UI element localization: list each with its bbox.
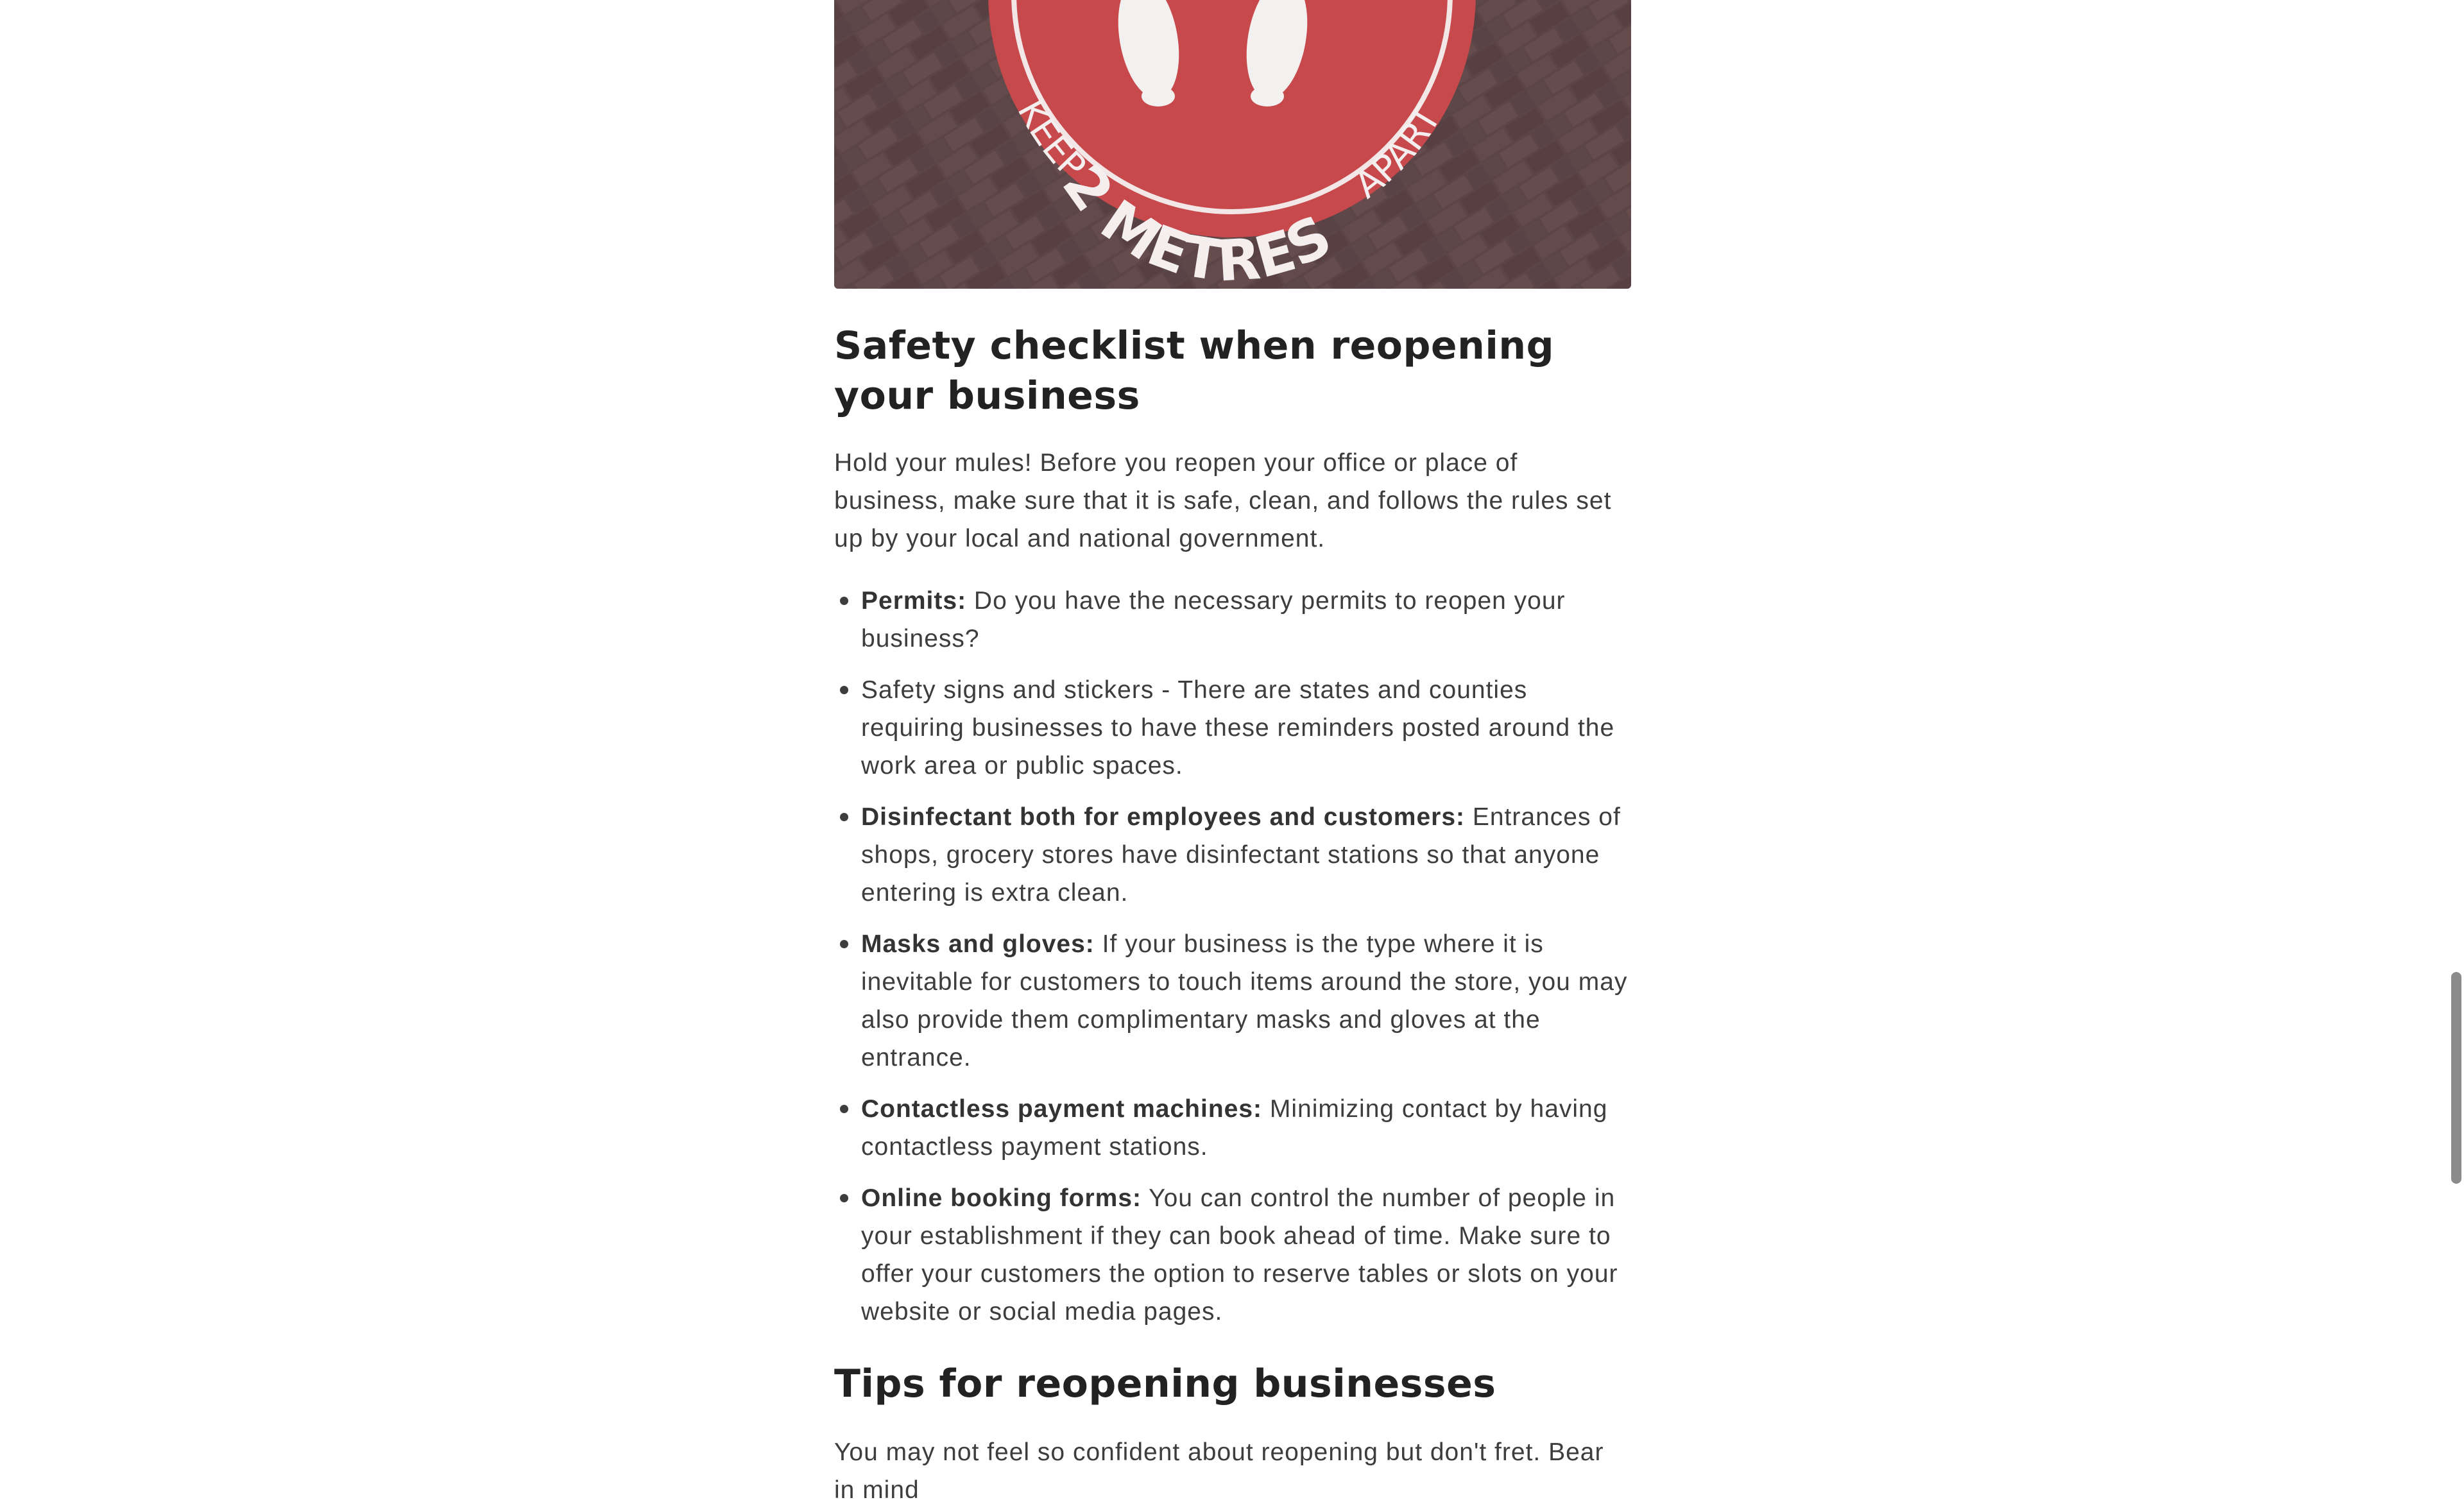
list-item-text: Safety signs and stickers - There are st…	[861, 676, 1615, 780]
list-item-text: Do you have the necessary permits to reo…	[861, 587, 1566, 652]
list-item-label: Contactless payment machines:	[861, 1095, 1263, 1123]
article-body: Safety checklist when reopening your bus…	[834, 321, 1631, 1509]
list-item-label: Online booking forms:	[861, 1184, 1142, 1212]
list-item-online-booking: Online booking forms: You can control th…	[840, 1179, 1631, 1331]
list-item-permits: Permits: Do you have the necessary permi…	[840, 582, 1631, 658]
list-item-label: Masks and gloves:	[861, 930, 1095, 958]
section-heading-safety-checklist: Safety checklist when reopening your bus…	[834, 323, 1555, 418]
section-intro-paragraph: You may not feel so confident about reop…	[834, 1438, 1604, 1504]
page-scrollbar[interactable]	[2446, 0, 2464, 1385]
social-distancing-floor-sign-image: KEEP 2 METRES APART	[834, 0, 1631, 289]
hero-image: KEEP 2 METRES APART	[834, 0, 1631, 289]
scrollbar-thumb[interactable]	[2451, 972, 2461, 1184]
list-item-contactless-payment: Contactless payment machines: Minimizing…	[840, 1090, 1631, 1166]
list-item-disinfectant: Disinfectant both for employees and cust…	[840, 798, 1631, 912]
section-heading-tips: Tips for reopening businesses	[834, 1361, 1496, 1406]
list-item-safety-signs: Safety signs and stickers - There are st…	[840, 671, 1631, 785]
list-item-label: Disinfectant both for employees and cust…	[861, 803, 1466, 831]
list-item-masks-gloves: Masks and gloves: If your business is th…	[840, 925, 1631, 1077]
list-item-label: Permits:	[861, 587, 967, 615]
safety-checklist: Permits: Do you have the necessary permi…	[834, 582, 1631, 1331]
section-intro-paragraph: Hold your mules! Before you reopen your …	[834, 449, 1612, 552]
